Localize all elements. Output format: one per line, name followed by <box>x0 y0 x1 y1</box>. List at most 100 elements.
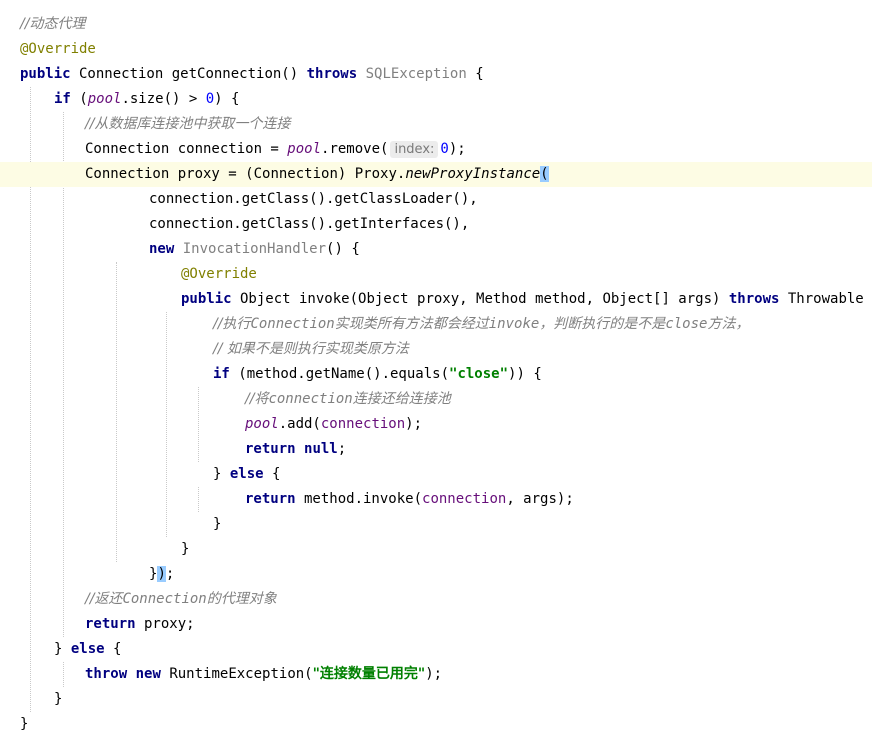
code-token: pool <box>245 416 279 432</box>
code-line[interactable]: } <box>0 712 872 737</box>
code-editor[interactable]: //动态代理 @Override public Connection getConn… <box>0 0 872 745</box>
code-token: ); <box>405 416 423 432</box>
code-token: } <box>54 641 71 657</box>
code-line-text: return null; <box>245 437 346 462</box>
code-line-text: } <box>181 537 189 562</box>
code-token: } <box>20 716 29 732</box>
code-line[interactable]: public Connection getConnection() throws… <box>0 62 872 87</box>
code-line-text: // 如果不是则执行实现类原方法 <box>213 337 409 362</box>
code-line-text: throw new RuntimeException("连接数量已用完"); <box>85 662 442 687</box>
code-line-text: } <box>54 687 62 712</box>
code-token: RuntimeException( <box>160 666 313 682</box>
keyword-token: else <box>70 641 105 657</box>
code-token: , args); <box>506 491 574 507</box>
comment-token: Connection <box>250 316 335 332</box>
code-token: ; <box>337 441 347 457</box>
code-line-text: Connection connection = pool.remove(inde… <box>85 137 466 162</box>
matched-brace: ) <box>157 566 166 582</box>
code-line-text: connection.getClass().getInterfaces(), <box>149 212 469 237</box>
code-token: ) { <box>214 91 240 107</box>
code-line[interactable]: @Override <box>0 262 872 287</box>
code-line[interactable]: //执行Connection实现类所有方法都会经过invoke，判断执行的是不是… <box>0 312 872 337</box>
comment-token: close <box>665 316 708 332</box>
number-literal: 0 <box>205 91 215 107</box>
code-token: connection.getClass().getInterfaces(), <box>149 216 470 232</box>
code-token: connection.getClass().getClassLoader(), <box>149 191 478 207</box>
keyword-token: throw <box>85 666 128 682</box>
comment-token: connection <box>268 391 353 407</box>
keyword-token: new <box>149 241 175 257</box>
code-token: ); <box>448 141 466 157</box>
code-line[interactable]: } <box>0 537 872 562</box>
code-line[interactable]: public Object invoke(Object proxy, Metho… <box>0 287 872 312</box>
code-line-text: if (method.getName().equals("close")) { <box>213 362 542 387</box>
code-token: { <box>263 466 281 482</box>
code-token: .size() > <box>121 91 206 107</box>
code-token: Connection getConnection() <box>70 66 307 82</box>
code-line[interactable]: throw new RuntimeException("连接数量已用完"); <box>0 662 872 687</box>
string-literal: "close" <box>449 366 509 382</box>
code-line[interactable]: } else { <box>0 637 872 662</box>
code-line-text: } <box>20 712 28 737</box>
code-token: connection <box>422 491 507 507</box>
code-line[interactable]: return proxy; <box>0 612 872 637</box>
code-token: Object invoke(Object proxy, Method metho… <box>231 291 729 307</box>
code-line[interactable]: //从数据库连接池中获取一个连接 <box>0 112 872 137</box>
code-line-current[interactable]: Connection proxy = (Connection) Proxy.ne… <box>0 162 872 187</box>
code-token: pool <box>87 91 122 107</box>
code-line[interactable]: } <box>0 687 872 712</box>
code-line[interactable]: // 如果不是则执行实现类原方法 <box>0 337 872 362</box>
code-line[interactable]: } <box>0 512 872 537</box>
code-token: ( <box>70 91 88 107</box>
keyword-token: null <box>304 441 338 457</box>
code-line[interactable]: connection.getClass().getInterfaces(), <box>0 212 872 237</box>
keyword-token: public <box>20 66 71 82</box>
code-line[interactable]: if (pool.size() > 0) { <box>0 87 872 112</box>
code-token: Connection connection = <box>85 141 288 157</box>
code-token: { <box>466 66 484 82</box>
code-line-text: //动态代理 <box>20 12 85 37</box>
code-token: (method.getName().equals( <box>229 366 450 382</box>
annotation-token: @Override <box>181 266 257 282</box>
code-token: newProxyInstance <box>405 166 541 182</box>
comment-token: invoke <box>488 316 540 332</box>
code-token: Throwable { <box>779 291 872 307</box>
code-line[interactable]: //返还Connection的代理对象 <box>0 587 872 612</box>
code-line[interactable]: return method.invoke(connection, args); <box>0 487 872 512</box>
code-line[interactable]: pool.add(connection); <box>0 412 872 437</box>
comment-token: 的代理对象 <box>206 591 277 607</box>
code-token: connection <box>320 416 406 432</box>
comment-token: 连接还给连接池 <box>352 391 451 407</box>
code-line[interactable]: if (method.getName().equals("close")) { <box>0 362 872 387</box>
code-line-text: connection.getClass().getClassLoader(), <box>149 187 478 212</box>
code-line[interactable]: return null; <box>0 437 872 462</box>
code-line[interactable]: //将connection连接还给连接池 <box>0 387 872 412</box>
comment-token: 方法， <box>707 316 750 332</box>
code-line[interactable]: } else { <box>0 462 872 487</box>
code-line[interactable]: @Override <box>0 37 872 62</box>
code-token: .remove( <box>321 141 389 157</box>
string-literal: "连接数量已用完" <box>312 666 426 682</box>
keyword-token: return <box>85 616 136 632</box>
code-line[interactable]: Connection connection = pool.remove(inde… <box>0 137 872 162</box>
comment-token: Connection <box>122 591 207 607</box>
comment-token: //从数据库连接池中获取一个连接 <box>85 116 291 132</box>
code-line[interactable]: connection.getClass().getClassLoader(), <box>0 187 872 212</box>
matched-brace: ( <box>540 166 549 182</box>
code-line[interactable]: //动态代理 <box>0 12 872 37</box>
code-token: .add( <box>278 416 321 432</box>
code-line[interactable]: }); <box>0 562 872 587</box>
comment-token: ，判断执行的是不是 <box>539 316 666 332</box>
keyword-token: throws <box>728 291 780 307</box>
code-line-text: new InvocationHandler() { <box>149 237 360 262</box>
code-token: } <box>54 691 63 707</box>
code-line[interactable]: new InvocationHandler() { <box>0 237 872 262</box>
code-token: ); <box>425 666 443 682</box>
code-line-text: public Object invoke(Object proxy, Metho… <box>181 287 872 312</box>
code-token: ; <box>165 566 175 582</box>
code-token: = (Connection) Proxy. <box>219 166 406 182</box>
code-token: () { <box>326 241 360 257</box>
code-line-text: pool.add(connection); <box>245 412 422 437</box>
code-line-text: //从数据库连接池中获取一个连接 <box>85 112 290 137</box>
